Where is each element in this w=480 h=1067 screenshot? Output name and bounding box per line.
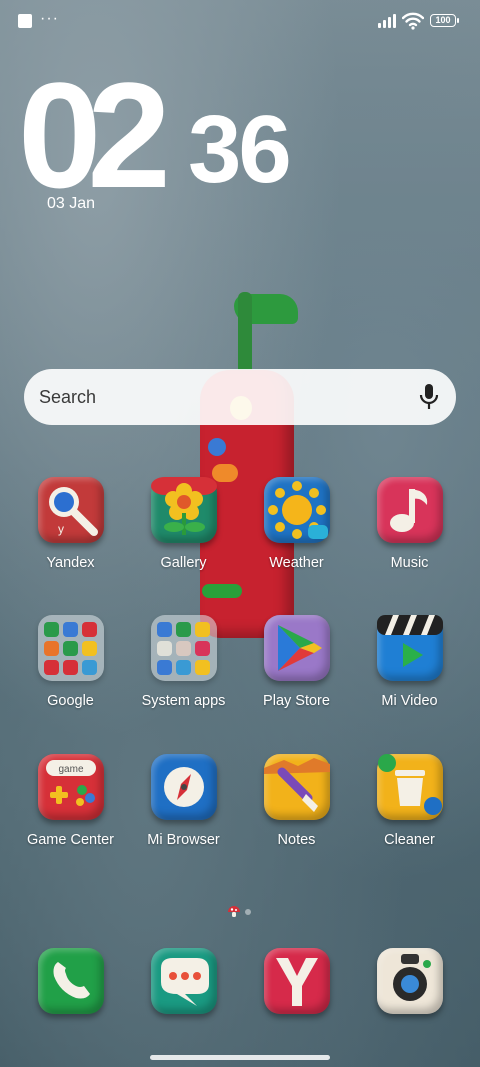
folder-google[interactable]: Google xyxy=(14,615,127,709)
yandex-magnifier-icon: y xyxy=(37,477,104,543)
svg-text:y: y xyxy=(58,522,64,536)
flower-icon xyxy=(150,477,217,543)
app-mi-video[interactable]: Mi Video xyxy=(353,615,466,709)
clock-hours: 02 xyxy=(18,51,171,219)
sun-icon xyxy=(263,477,330,543)
app-notes[interactable]: Notes xyxy=(240,754,353,848)
home-gesture-bar[interactable] xyxy=(150,1055,330,1060)
app-label: Notes xyxy=(277,832,316,848)
clapperboard-icon xyxy=(376,615,443,681)
app-cleaner[interactable]: Cleaner xyxy=(353,754,466,848)
folder-label: Google xyxy=(47,693,94,709)
app-game-center[interactable]: game Game Center xyxy=(14,754,127,848)
microphone-icon[interactable] xyxy=(418,383,440,411)
search-bar[interactable]: Search xyxy=(24,369,456,425)
play-store-icon xyxy=(263,615,330,681)
app-label: Cleaner xyxy=(384,832,435,848)
folder-label: System apps xyxy=(141,693,226,709)
app-label: Music xyxy=(390,555,429,571)
app-label: Gallery xyxy=(160,555,207,571)
app-yandex[interactable]: y Yandex xyxy=(14,477,127,571)
folder-icon xyxy=(37,615,104,681)
battery-icon: 100 xyxy=(430,14,459,27)
camera-icon xyxy=(376,948,443,1014)
more-notifications-indicator: ··· xyxy=(40,10,59,27)
status-bar: ··· 100 xyxy=(0,0,480,44)
app-label: Mi Video xyxy=(381,693,438,709)
app-weather[interactable]: Weather xyxy=(240,477,353,571)
music-note-icon xyxy=(376,477,443,543)
app-music[interactable]: Music xyxy=(353,477,466,571)
app-gallery[interactable]: Gallery xyxy=(127,477,240,571)
dock-phone[interactable] xyxy=(14,948,127,1014)
app-label: Mi Browser xyxy=(147,832,220,848)
paintbrush-icon xyxy=(263,754,330,820)
game-icon-text: game xyxy=(58,764,83,775)
app-play-store[interactable]: Play Store xyxy=(240,615,353,709)
dock-camera[interactable] xyxy=(353,948,466,1014)
wallpaper-clay-figure xyxy=(198,292,300,640)
notification-icon xyxy=(18,14,32,28)
yandex-y-icon xyxy=(263,948,330,1014)
folder-system-apps[interactable]: System apps xyxy=(127,615,240,709)
signal-icon xyxy=(378,14,398,28)
compass-icon xyxy=(150,754,217,820)
phone-icon xyxy=(37,948,104,1014)
page-indicator[interactable] xyxy=(227,905,251,924)
clock-date: 03 Jan xyxy=(47,195,96,212)
battery-level: 100 xyxy=(435,15,451,25)
trash-bin-icon xyxy=(376,754,443,820)
app-label: Game Center xyxy=(26,832,115,848)
wifi-icon xyxy=(402,12,424,30)
app-label: Yandex xyxy=(46,555,95,571)
app-mi-browser[interactable]: Mi Browser xyxy=(127,754,240,848)
dock-yandex-browser[interactable] xyxy=(240,948,353,1014)
app-label: Play Store xyxy=(263,693,330,709)
page-dot xyxy=(245,909,251,915)
clock-minutes: 36 xyxy=(188,96,292,203)
mushroom-page-icon xyxy=(228,906,240,917)
game-controller-icon: game xyxy=(37,754,104,820)
search-placeholder: Search xyxy=(39,387,97,407)
folder-icon xyxy=(150,615,217,681)
app-label: Weather xyxy=(269,555,324,571)
chat-bubble-icon xyxy=(150,948,217,1014)
dock-messaging[interactable] xyxy=(127,948,240,1014)
